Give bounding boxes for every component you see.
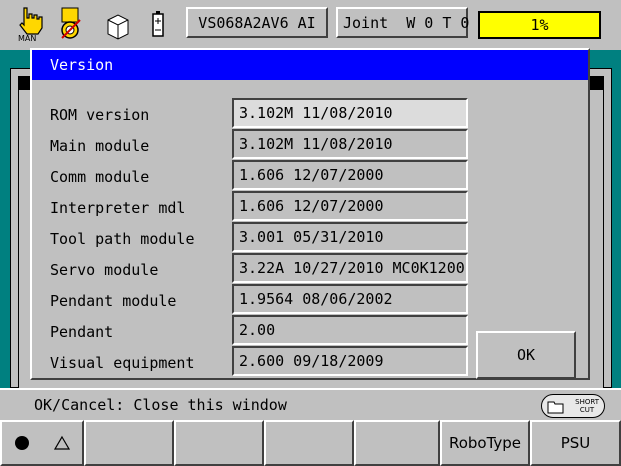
label-interpreter-mdl: Interpreter mdl	[50, 199, 186, 217]
value-visual-equipment: 2.600 09/18/2009	[232, 346, 468, 376]
dialog-title: Version	[32, 50, 588, 80]
mode-label: MAN	[18, 34, 37, 43]
ok-button[interactable]: OK	[476, 331, 576, 379]
value-pendant: 2.00	[232, 315, 468, 345]
label-pendant-module: Pendant module	[50, 292, 177, 310]
value-tool-path-module: 3.001 05/31/2010	[232, 222, 468, 252]
status-message: OK/Cancel: Close this window	[34, 396, 287, 414]
tool-box-icon[interactable]	[104, 4, 138, 44]
label-pendant: Pendant	[50, 323, 114, 341]
shortcut-label: SHORT CUT	[575, 398, 599, 414]
value-servo-module: 3.22A 10/27/2010 MC0K1200	[232, 253, 468, 283]
value-comm-module: 1.606 12/07/2000	[232, 160, 468, 190]
fkey-1[interactable]	[0, 420, 84, 466]
function-key-bar: RoboType PSU	[0, 418, 621, 466]
fkey-5[interactable]	[354, 420, 440, 466]
hand-man-icon[interactable]: MAN	[14, 4, 48, 44]
psu-button[interactable]: PSU	[530, 420, 621, 466]
top-toolbar: MAN VS068A2AV6 AI Joint W 0 T 0 1%	[0, 0, 621, 50]
shortcut-button[interactable]: SHORT CUT	[541, 394, 605, 418]
value-rom-version: 3.102M 11/08/2010	[232, 98, 468, 128]
version-dialog: Version ROM version 3.102M 11/08/2010 Ma…	[30, 48, 590, 380]
fkey-2[interactable]	[84, 420, 174, 466]
label-main-module: Main module	[50, 137, 150, 155]
fkey-4[interactable]	[264, 420, 354, 466]
label-rom-version: ROM version	[50, 106, 150, 124]
folder-icon	[547, 401, 564, 414]
robotype-button[interactable]: RoboType	[440, 420, 530, 466]
status-bar: OK/Cancel: Close this window	[0, 388, 621, 418]
label-servo-module: Servo module	[50, 261, 159, 279]
coordinate-mode-display[interactable]: Joint W 0 T 0	[336, 7, 469, 38]
value-pendant-module: 1.9564 08/06/2002	[232, 284, 468, 314]
triangle-icon	[54, 435, 70, 450]
battery-icon[interactable]	[146, 4, 180, 44]
fkey-3[interactable]	[174, 420, 264, 466]
value-interpreter-mdl: 1.606 12/07/2000	[232, 191, 468, 221]
speed-indicator: 1%	[478, 11, 601, 39]
robot-model-display[interactable]: VS068A2AV6 AI	[186, 7, 328, 38]
label-visual-equipment: Visual equipment	[50, 354, 195, 372]
label-tool-path-module: Tool path module	[50, 230, 195, 248]
value-main-module: 3.102M 11/08/2010	[232, 129, 468, 159]
record-icon	[15, 436, 29, 450]
label-comm-module: Comm module	[50, 168, 150, 186]
motor-off-icon[interactable]	[56, 4, 90, 44]
